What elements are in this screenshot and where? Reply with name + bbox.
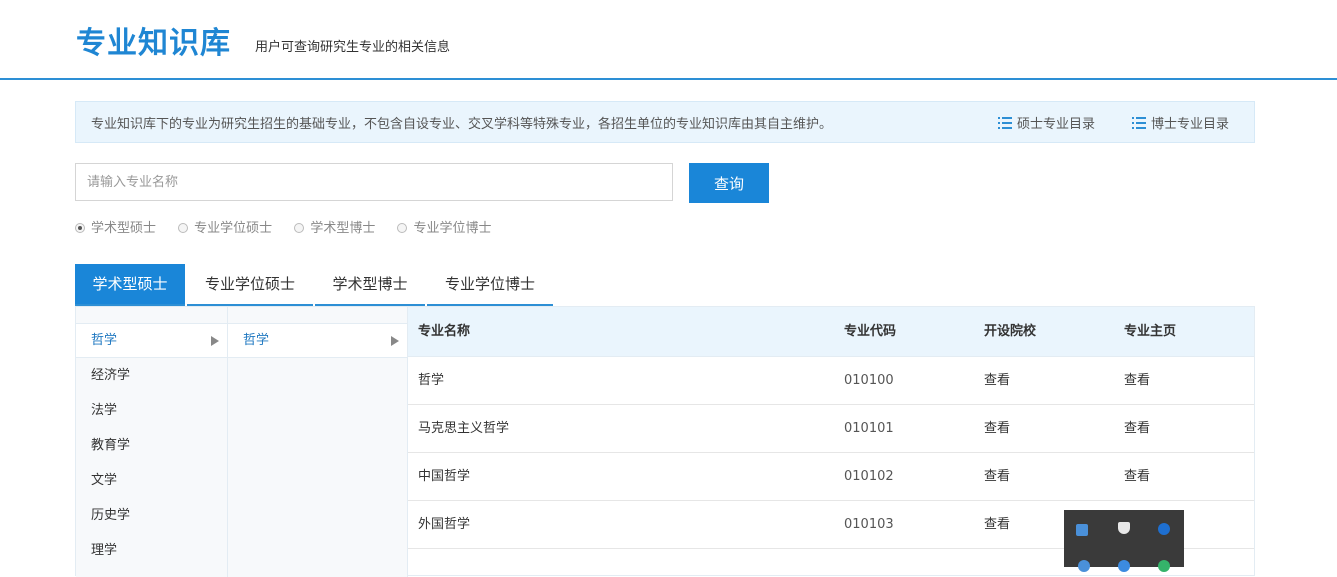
radio-academic-doctor[interactable]: 学术型博士: [294, 217, 375, 236]
tab-professional-master[interactable]: 专业学位硕士: [187, 264, 313, 306]
radio-unchecked-icon: [178, 223, 189, 233]
master-directory-label: 硕士专业目录: [1017, 117, 1096, 132]
radio-unchecked-icon: [397, 223, 408, 233]
app-icon[interactable]: [1118, 560, 1130, 572]
doctor-directory-link[interactable]: 博士专业目录: [1132, 113, 1229, 132]
globe-icon[interactable]: [1078, 560, 1090, 572]
subcategory-list: 哲学: [228, 307, 408, 577]
category-item[interactable]: 理学: [76, 533, 227, 568]
major-search-input[interactable]: [75, 163, 673, 201]
master-directory-link[interactable]: 硕士专业目录: [998, 113, 1095, 132]
subcategory-item[interactable]: 哲学: [228, 323, 407, 358]
table-row: 中国哲学 010102 查看 查看: [408, 453, 1254, 501]
table-header: 专业名称 专业代码 开设院校 专业主页: [408, 307, 1254, 357]
radio-label: 专业学位博士: [413, 221, 492, 236]
site-logo[interactable]: 专业知识库: [76, 18, 231, 62]
list-icon: [1132, 117, 1146, 129]
category-item[interactable]: 文学: [76, 463, 227, 498]
search-button[interactable]: 查询: [689, 163, 769, 203]
subcategory-label: 哲学: [243, 333, 270, 348]
major-name: 中国哲学: [418, 469, 471, 484]
tab-academic-master[interactable]: 学术型硕士: [75, 264, 185, 306]
view-homepage-link[interactable]: 查看: [1124, 405, 1150, 452]
site-subtitle: 用户可查询研究生专业的相关信息: [255, 40, 451, 55]
category-item[interactable]: 历史学: [76, 498, 227, 533]
doctor-directory-label: 博士专业目录: [1151, 117, 1230, 132]
radio-academic-master[interactable]: 学术型硕士: [75, 217, 156, 236]
table-row: 哲学 010100 查看 查看: [408, 357, 1254, 405]
view-homepage-link[interactable]: 查看: [1124, 357, 1150, 404]
tab-professional-doctor[interactable]: 专业学位博士: [427, 264, 553, 306]
radio-unchecked-icon: [294, 223, 305, 233]
major-code: 010102: [844, 469, 894, 484]
major-name: 哲学: [418, 373, 445, 388]
major-name: 马克思主义哲学: [418, 421, 510, 436]
radio-professional-master[interactable]: 专业学位硕士: [178, 217, 272, 236]
network-icon[interactable]: [1076, 524, 1088, 536]
header-major-name: 专业名称: [418, 324, 471, 339]
view-schools-link[interactable]: 查看: [984, 501, 1010, 548]
bluetooth-icon[interactable]: [1158, 523, 1170, 535]
category-label: 哲学: [91, 333, 118, 348]
radio-label: 学术型博士: [310, 221, 376, 236]
notice-bar: 专业知识库下的专业为研究生招生的基础专业，不包含自设专业、交叉学科等特殊专业，各…: [75, 101, 1255, 143]
category-item[interactable]: 哲学: [76, 323, 227, 358]
radio-checked-icon: [75, 223, 85, 233]
view-schools-link[interactable]: 查看: [984, 453, 1010, 500]
site-header: 专业知识库 用户可查询研究生专业的相关信息: [0, 0, 1337, 80]
radio-professional-doctor[interactable]: 专业学位博士: [397, 217, 491, 236]
header-major-code: 专业代码: [844, 324, 897, 339]
notice-text: 专业知识库下的专业为研究生招生的基础专业，不包含自设专业、交叉学科等特殊专业，各…: [91, 117, 833, 132]
view-schools-link[interactable]: 查看: [984, 357, 1010, 404]
table-row: 马克思主义哲学 010101 查看 查看: [408, 405, 1254, 453]
major-code: 010101: [844, 421, 894, 436]
view-homepage-link[interactable]: 查看: [1124, 453, 1150, 500]
view-schools-link[interactable]: 查看: [984, 405, 1010, 452]
major-code: 010100: [844, 373, 894, 388]
wechat-icon[interactable]: [1158, 560, 1170, 572]
radio-label: 学术型硕士: [91, 221, 157, 236]
category-item[interactable]: 经济学: [76, 358, 227, 393]
category-list: 哲学 经济学 法学 教育学 文学 历史学 理学: [76, 307, 228, 577]
caret-right-icon: [211, 336, 219, 346]
shield-icon[interactable]: [1118, 522, 1130, 534]
header-homepage: 专业主页: [1124, 324, 1177, 339]
major-name: 外国哲学: [418, 517, 471, 532]
major-code: 010103: [844, 517, 894, 532]
list-icon: [998, 117, 1012, 129]
category-item[interactable]: 法学: [76, 393, 227, 428]
system-tray-overlay: [1064, 510, 1184, 572]
radio-label: 专业学位硕士: [194, 221, 273, 236]
tab-academic-doctor[interactable]: 学术型博士: [315, 264, 425, 306]
caret-right-icon: [391, 336, 399, 346]
degree-type-radio-group: 学术型硕士 专业学位硕士 学术型博士 专业学位博士: [75, 217, 509, 236]
category-item[interactable]: 教育学: [76, 428, 227, 463]
header-schools: 开设院校: [984, 324, 1037, 339]
